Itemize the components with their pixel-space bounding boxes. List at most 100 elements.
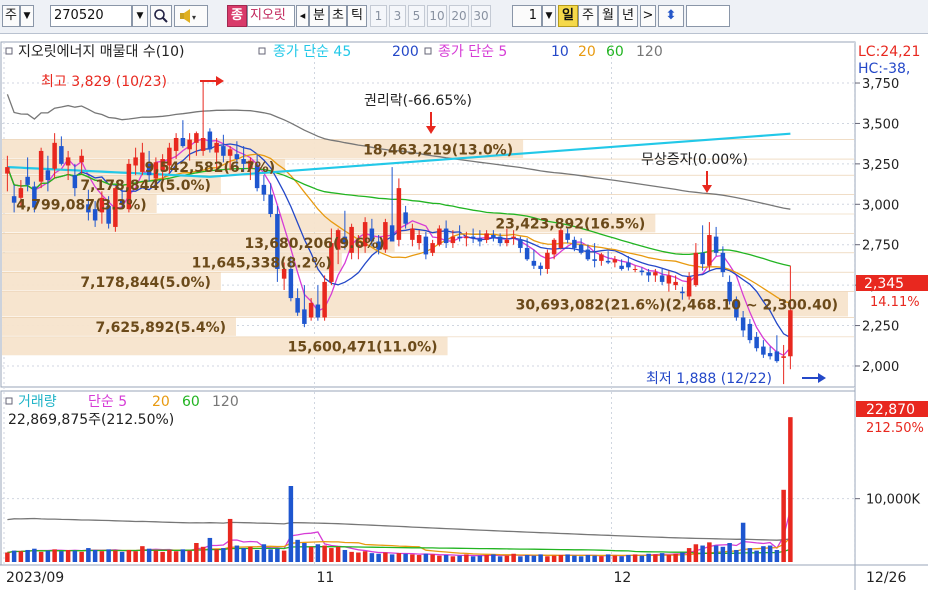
left-arrow-button[interactable]: ◂ (296, 5, 309, 27)
volume-bar (180, 549, 186, 562)
candle-down (538, 265, 543, 269)
volume-bar (119, 551, 125, 562)
volume-bar (619, 556, 624, 562)
volume-bar (254, 549, 260, 562)
last-volume-change-text: 212.50% (866, 421, 924, 436)
volume-bar (59, 551, 64, 562)
stock-chart[interactable]: 7,178,844(5.0%) 9,542,582(6.7%) 18,463,219… (0, 34, 928, 590)
candle-down (740, 317, 746, 331)
market-select[interactable]: 주 (2, 5, 20, 27)
volume-bar (389, 554, 395, 562)
period-second-button[interactable]: 초 (329, 5, 347, 27)
volume-profile-label: 30,693,082(21.6%)(2,468.10 ~ 2,300.40) (516, 298, 838, 314)
volume-current-label: 22,869,875주(212.50%) (8, 412, 174, 428)
speaker-icon[interactable]: ▾ (174, 5, 208, 27)
candle-up (308, 302, 314, 318)
period-minute-button[interactable]: 분 (309, 5, 329, 27)
candle-up (545, 252, 550, 269)
candle-down (477, 238, 483, 242)
period-tick-button[interactable]: 틱 (347, 5, 367, 27)
volume-bar (227, 518, 233, 562)
volume-profile-label: 7,178,844(5.0%) (80, 275, 210, 291)
volume-bar (52, 549, 57, 562)
legend-box-icon (424, 47, 432, 55)
volume-bar (531, 555, 537, 562)
svg-text:▾: ▾ (192, 13, 196, 22)
right-arrow-button[interactable]: > (640, 5, 656, 27)
candle-up (653, 272, 658, 276)
volume-bar (747, 548, 753, 562)
candle-up (416, 235, 422, 244)
date-tick-label: 12/26 (866, 570, 906, 586)
volume-bar (160, 551, 165, 562)
candle-down (680, 291, 685, 294)
interval-10-button[interactable]: 10 (427, 5, 447, 27)
candle-up (187, 139, 192, 150)
candle-down (470, 236, 476, 239)
volume-bar (261, 544, 267, 562)
candle-up (227, 149, 233, 156)
volume-bar (133, 551, 138, 562)
count-input[interactable]: 1 (512, 5, 542, 27)
interval-30-button[interactable]: 30 (471, 5, 491, 27)
interval-5-button[interactable]: 5 (408, 5, 425, 27)
candle-up (666, 275, 672, 284)
candle-down (639, 270, 645, 273)
price-tick-label: 2,000 (862, 360, 899, 375)
extra-input[interactable] (686, 5, 730, 27)
candle-up (484, 233, 489, 240)
volume-bar (45, 550, 51, 562)
volume-bar (207, 537, 213, 562)
price-tick-label: 2,750 (862, 239, 899, 254)
candle-up (558, 230, 564, 248)
candle-down (403, 212, 408, 224)
interval-3-button[interactable]: 3 (389, 5, 406, 27)
volume-bar (484, 555, 489, 562)
candle-down (180, 137, 186, 147)
volume-bar (754, 550, 759, 562)
volume-bar (79, 551, 84, 562)
candle-up (322, 281, 327, 318)
volume-profile-label: 9,542,582(6.7%) (145, 160, 275, 176)
count-dropdown-icon[interactable]: ▼ (542, 5, 556, 27)
price-axis: 3,7503,5003,2503,0002,7502,5002,2502,000 (855, 77, 899, 375)
volume-bar (437, 555, 442, 562)
period-week-button[interactable]: 주 (578, 5, 598, 27)
candle-down (72, 175, 78, 189)
code-input[interactable]: 270520 (50, 5, 132, 27)
candle-up (65, 157, 71, 166)
chart-area: 7,178,844(5.0%) 9,542,582(6.7%) 18,463,219… (0, 34, 928, 590)
updown-icon[interactable]: ⬍ (658, 5, 684, 27)
period-year-button[interactable]: 년 (618, 5, 638, 27)
candle-down (592, 259, 597, 261)
hc-label: HC:-38, (858, 61, 910, 77)
volume-bar (504, 555, 510, 562)
candle-down (605, 260, 611, 263)
volume-bar (187, 550, 192, 562)
price-tick-label: 3,250 (862, 158, 899, 173)
volume-bar (153, 550, 159, 562)
period-day-button[interactable]: 일 (558, 5, 578, 27)
code-dropdown-icon[interactable]: ▼ (132, 5, 148, 27)
interval-20-button[interactable]: 20 (449, 5, 469, 27)
candle-down (491, 235, 496, 239)
volume-bar (416, 555, 422, 562)
period-month-button[interactable]: 월 (598, 5, 618, 27)
candle-down (497, 236, 503, 244)
volume-bar (659, 553, 665, 562)
volume-bar (295, 539, 300, 562)
volume-bar (558, 555, 564, 562)
market-dropdown-icon[interactable]: ▼ (20, 5, 34, 27)
volume-bar (781, 489, 786, 562)
search-icon[interactable] (150, 5, 172, 27)
volume-bar (99, 551, 105, 562)
volume-bar (646, 553, 651, 562)
lc-label: LC:24,21 (858, 44, 920, 60)
volume-bar (342, 549, 348, 562)
volume-bar (545, 556, 550, 562)
volume-bar (396, 553, 402, 562)
price-tick-label: 3,500 (862, 117, 899, 132)
volume-bar (491, 554, 496, 562)
interval-1-button[interactable]: 1 (370, 5, 387, 27)
candle-up (173, 137, 179, 151)
